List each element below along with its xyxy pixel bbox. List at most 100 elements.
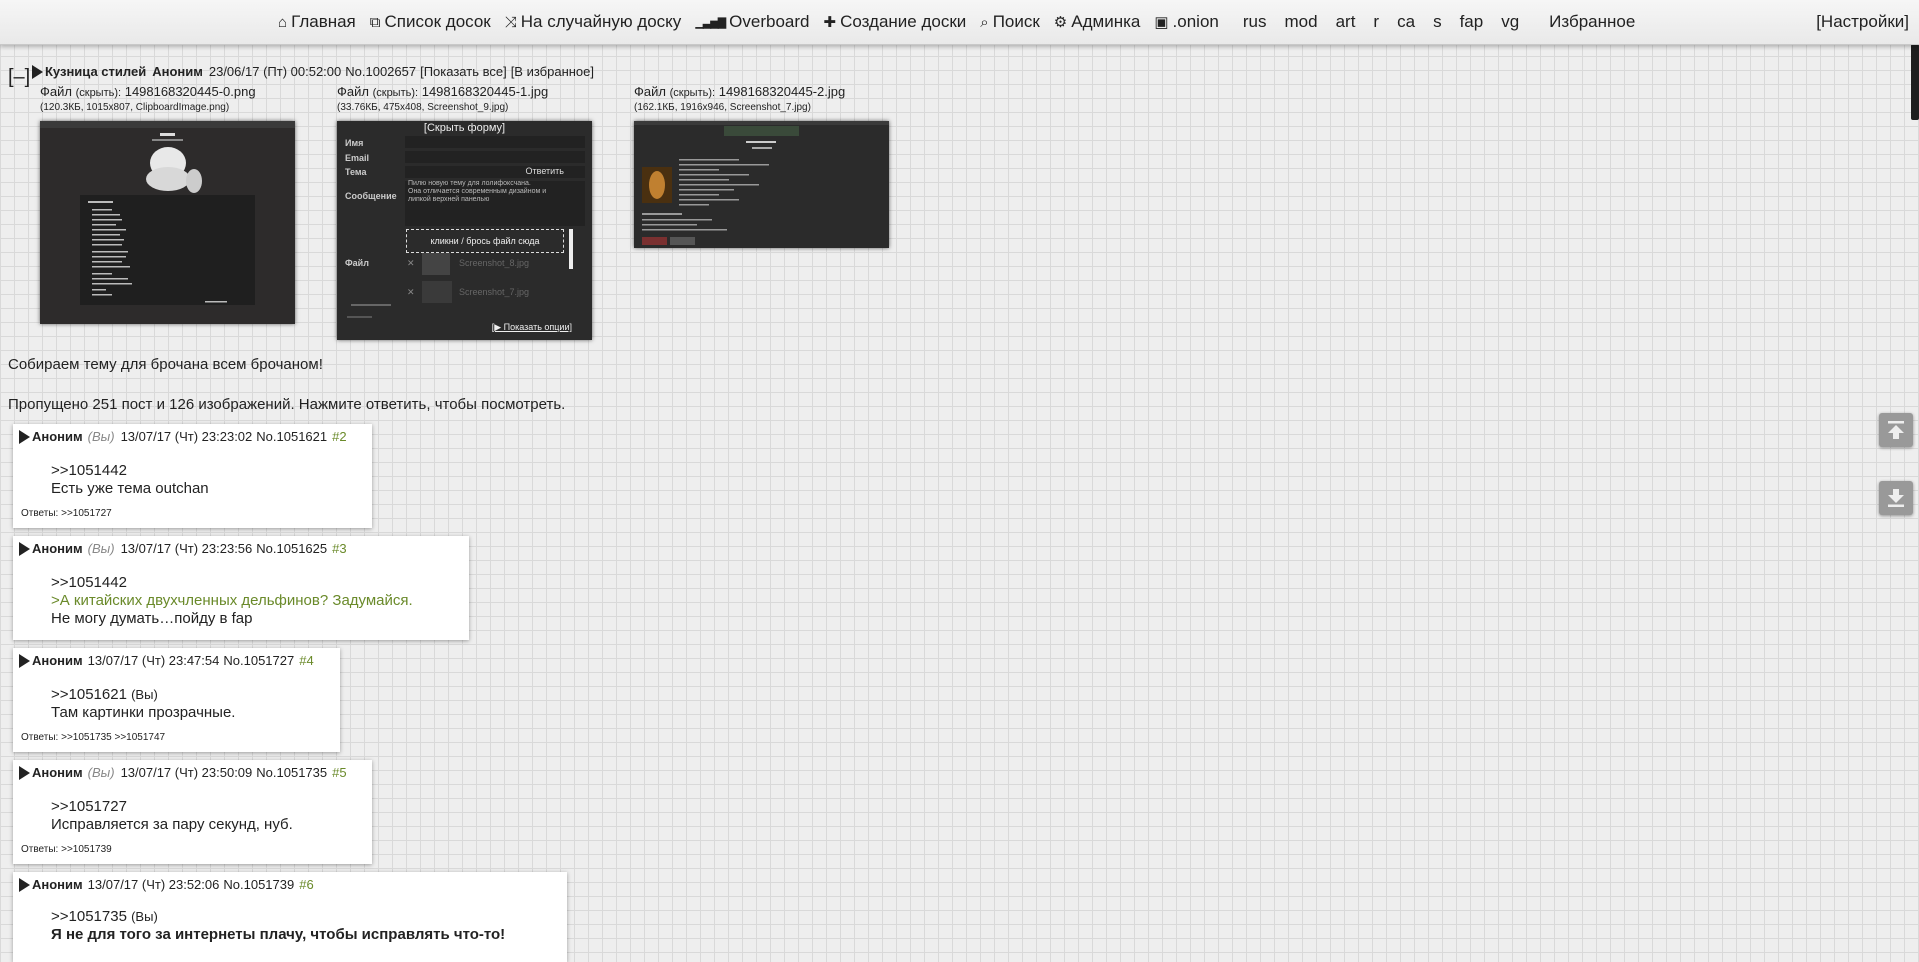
post-number[interactable]: No.1051625 xyxy=(256,541,327,556)
show-all-link[interactable]: [Показать все] xyxy=(420,64,507,79)
onion-icon: ▣ xyxy=(1154,14,1169,31)
arrow-down-icon xyxy=(1888,489,1904,507)
file-name-link[interactable]: 1498168320445-2.jpg xyxy=(719,84,846,99)
backlinks[interactable]: Ответы: >>1051735 >>1051747 xyxy=(21,732,165,743)
scroll-to-bottom-button[interactable] xyxy=(1879,481,1913,515)
greentext-quote: >А китайских двухчленных дельфинов? Заду… xyxy=(51,592,413,609)
file-meta: (120.3КБ, 1015x807, ClipboardImage.png) xyxy=(40,102,230,113)
file-info-0: Файл (скрыть): 1498168320445-0.png (120.… xyxy=(40,84,256,113)
post-index: #6 xyxy=(299,877,314,892)
gear-icon: ⚙ xyxy=(1053,14,1068,31)
op-number[interactable]: No.1002657 xyxy=(345,64,416,79)
top-navigation-bar: ⌂ Главная ⧉ Список досок ⤨ На случайную дос… xyxy=(0,0,1919,45)
poster-name: Аноним xyxy=(32,653,83,668)
post-date: 13/07/17 (Чт) 23:23:56 xyxy=(120,541,253,556)
post-index: #2 xyxy=(332,429,347,444)
arrow-up-icon xyxy=(1888,421,1904,439)
post-number[interactable]: No.1051735 xyxy=(256,765,327,780)
post-date: 13/07/17 (Чт) 23:23:02 xyxy=(120,429,253,444)
op-subject: Кузница стилей xyxy=(45,64,147,79)
op-date: 23/06/17 (Пт) 00:52:00 xyxy=(208,64,342,79)
post-index: #5 xyxy=(332,765,347,780)
omitted-posts-notice: Пропущено 251 пост и 126 изображений. На… xyxy=(8,396,566,413)
hide-file-link[interactable]: (скрыть): xyxy=(76,87,122,99)
reply-message: >>1051442 >А китайских двухчленных дельф… xyxy=(51,574,413,627)
board-link-art[interactable]: art xyxy=(1336,12,1356,32)
post-menu-triangle-icon[interactable] xyxy=(19,653,30,668)
nav-overboard[interactable]: ▁▃▅▇ Overboard xyxy=(695,12,809,32)
hide-file-link[interactable]: (скрыть): xyxy=(670,87,716,99)
board-link-s[interactable]: s xyxy=(1433,12,1442,32)
board-link-rus[interactable]: rus xyxy=(1243,12,1267,32)
reply-header: Аноним 13/07/17 (Чт) 23:52:06 No.1051739… xyxy=(19,877,314,892)
reply-link[interactable]: >>1051442 xyxy=(51,574,413,592)
reply-header: Аноним (Вы) 13/07/17 (Чт) 23:50:09 No.10… xyxy=(19,765,347,780)
reply-link[interactable]: >>1051727 xyxy=(51,798,293,816)
file-name-link[interactable]: 1498168320445-0.png xyxy=(125,84,256,99)
hide-file-link[interactable]: (скрыть): xyxy=(373,87,419,99)
post-number[interactable]: No.1051621 xyxy=(256,429,327,444)
reply-post: Аноним 13/07/17 (Чт) 23:47:54 No.1051727… xyxy=(13,648,340,752)
reply-post: Аноним (Вы) 13/07/17 (Чт) 23:23:56 No.10… xyxy=(13,536,469,640)
nav-create-board[interactable]: ✚ Создание доски xyxy=(823,12,966,32)
post-date: 13/07/17 (Чт) 23:52:06 xyxy=(87,877,220,892)
file-thumbnail-0[interactable] xyxy=(40,121,295,324)
nav-boards-list[interactable]: ⧉ Список досок xyxy=(370,12,491,32)
reply-message: >>1051621 (Вы) Там картинки прозрачные. xyxy=(51,686,236,721)
board-link-fap[interactable]: fap xyxy=(1460,12,1484,32)
backlinks[interactable]: Ответы: >>1051739 xyxy=(21,844,112,855)
file-thumbnail-1[interactable]: [Скрыть форму] Имя Email Тема Сообщение … xyxy=(337,121,592,340)
reply-header: Аноним (Вы) 13/07/17 (Чт) 23:23:56 No.10… xyxy=(19,541,347,556)
file-info-2: Файл (скрыть): 1498168320445-2.jpg (162.… xyxy=(634,84,846,113)
reply-post: Аноним (Вы) 13/07/17 (Чт) 23:50:09 No.10… xyxy=(13,760,372,864)
op-header: Кузница стилей Аноним 23/06/17 (Пт) 00:5… xyxy=(32,64,594,79)
reply-link[interactable]: >>1051735 xyxy=(51,908,127,925)
post-menu-triangle-icon[interactable] xyxy=(32,64,43,79)
post-menu-triangle-icon[interactable] xyxy=(19,877,30,892)
file-meta: (162.1КБ, 1916x946, Screenshot_7.jpg) xyxy=(634,102,811,113)
reply-message: >>1051442 Есть уже тема outchan xyxy=(51,462,209,497)
nav-admin[interactable]: ⚙ Админка xyxy=(1054,12,1141,32)
scroll-to-top-button[interactable] xyxy=(1879,413,1913,447)
poster-name: Аноним xyxy=(32,541,83,556)
poster-name: Аноним xyxy=(32,765,83,780)
board-link-ca[interactable]: ca xyxy=(1397,12,1415,32)
post-menu-triangle-icon[interactable] xyxy=(19,765,30,780)
reply-link[interactable]: >>1051621 xyxy=(51,686,127,703)
post-menu-triangle-icon[interactable] xyxy=(19,541,30,556)
board-link-r[interactable]: r xyxy=(1373,12,1379,32)
file-thumbnail-2[interactable] xyxy=(634,121,889,248)
settings-link[interactable]: [Настройки] xyxy=(1816,0,1909,44)
reply-header: Аноним (Вы) 13/07/17 (Чт) 23:23:02 No.10… xyxy=(19,429,347,444)
own-post-tag: (Вы) xyxy=(87,765,115,780)
post-number[interactable]: No.1051739 xyxy=(223,877,294,892)
add-favorite-link[interactable]: [В избранное] xyxy=(511,64,594,79)
op-message: Собираем тему для брочана всем брочаном! xyxy=(8,356,323,373)
file-name-link[interactable]: 1498168320445-1.jpg xyxy=(422,84,549,99)
reply-message: >>1051735 (Вы) Я не для того за интернет… xyxy=(51,908,506,943)
favorites-link[interactable]: Избранное xyxy=(1549,12,1635,32)
shuffle-icon: ⤨ xyxy=(504,13,517,31)
home-icon: ⌂ xyxy=(278,13,288,31)
nav-home[interactable]: ⌂ Главная xyxy=(278,12,356,32)
file-meta: (33.76КБ, 475x408, Screenshot_9.jpg) xyxy=(337,102,509,113)
own-post-tag: (Вы) xyxy=(131,909,158,924)
post-index: #3 xyxy=(332,541,347,556)
board-link-vg[interactable]: vg xyxy=(1501,12,1519,32)
reply-link[interactable]: >>1051442 xyxy=(51,462,209,480)
scrollbar-thumb[interactable] xyxy=(1911,44,1919,120)
board-link-mod[interactable]: mod xyxy=(1285,12,1318,32)
post-number[interactable]: No.1051727 xyxy=(223,653,294,668)
reply-post: Аноним (Вы) 13/07/17 (Чт) 23:23:02 No.10… xyxy=(13,424,372,528)
screenshot-thumbnail-image xyxy=(40,121,295,324)
own-post-tag: (Вы) xyxy=(131,687,158,702)
nav-onion[interactable]: ▣ .onion xyxy=(1154,12,1219,32)
post-menu-triangle-icon[interactable] xyxy=(19,429,30,444)
collapse-thread-button[interactable]: [–] xyxy=(8,66,30,89)
backlinks[interactable]: Ответы: >>1051727 xyxy=(21,508,112,519)
nav-random-board[interactable]: ⤨ На случайную доску xyxy=(505,12,682,32)
nav-search[interactable]: ⌕ Поиск xyxy=(980,12,1040,32)
reply-post: Аноним 13/07/17 (Чт) 23:52:06 No.1051739… xyxy=(13,872,567,962)
overboard-icon: ▁▃▅▇ xyxy=(695,16,726,29)
post-date: 13/07/17 (Чт) 23:50:09 xyxy=(120,765,253,780)
